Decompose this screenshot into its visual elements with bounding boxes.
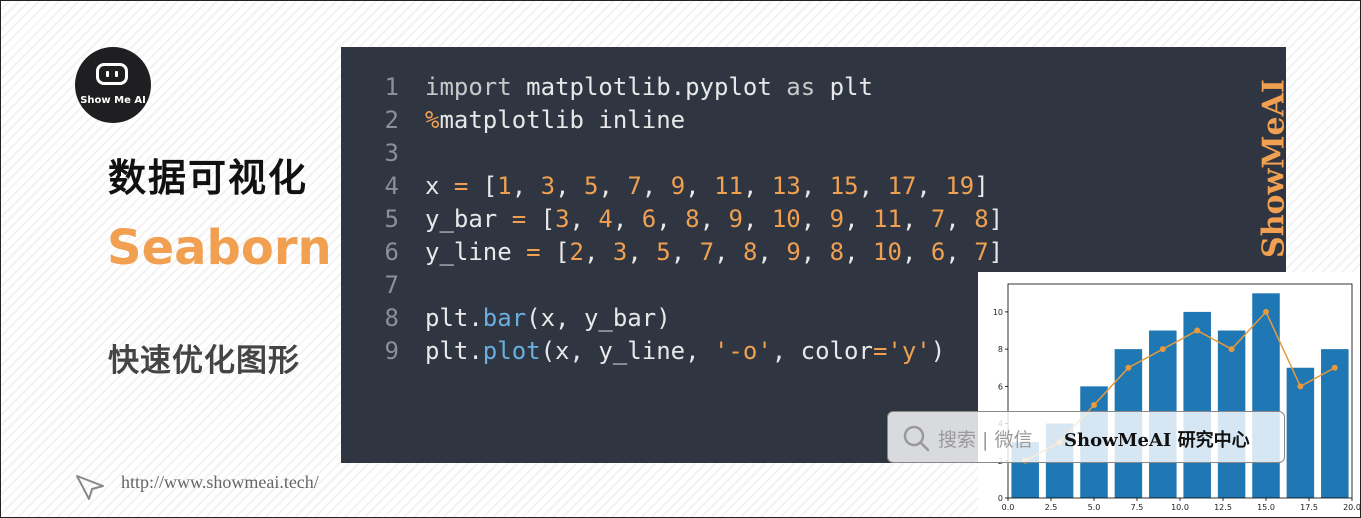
chart-point bbox=[1159, 346, 1166, 353]
x-tick-label: 15.0 bbox=[1257, 503, 1275, 512]
search-icon bbox=[903, 425, 930, 452]
chart-bar bbox=[1252, 293, 1280, 498]
chart-point bbox=[1125, 364, 1132, 371]
logo-text: Show Me AI bbox=[80, 95, 146, 106]
code-text: y_bar = [3, 4, 6, 8, 9, 10, 9, 11, 7, 8] bbox=[425, 205, 1004, 233]
chart-point bbox=[1194, 327, 1201, 334]
cursor-icon bbox=[76, 475, 104, 500]
y-tick-label: 8 bbox=[998, 345, 1003, 354]
code-text: x = [1, 3, 5, 7, 9, 11, 13, 15, 17, 19] bbox=[425, 172, 989, 200]
search-brand: ShowMeAI 研究中心 bbox=[1064, 430, 1250, 451]
line-number: 9 bbox=[384, 337, 399, 365]
line-number: 4 bbox=[384, 172, 399, 200]
showmeai-logo: Show Me AI bbox=[75, 47, 151, 123]
search-label: 搜索 | 微信 bbox=[938, 429, 1033, 451]
chart-point bbox=[1263, 308, 1269, 315]
line-number: 6 bbox=[384, 238, 399, 266]
line-number: 2 bbox=[384, 106, 399, 134]
website-link[interactable]: http://www.showmeai.tech/ bbox=[121, 472, 319, 493]
x-tick-label: 5.0 bbox=[1088, 503, 1101, 512]
code-text: %matplotlib inline bbox=[425, 106, 686, 134]
slide-subtitle: 快速优化图形 bbox=[108, 343, 300, 379]
x-tick-label: 20.0 bbox=[1343, 503, 1360, 512]
x-tick-label: 10.0 bbox=[1171, 503, 1189, 512]
line-number: 3 bbox=[384, 139, 399, 167]
output-chart: 0.02.55.07.510.012.515.017.520.00246810 bbox=[978, 272, 1360, 517]
robot-screen-icon bbox=[96, 63, 128, 85]
x-tick-label: 17.5 bbox=[1300, 503, 1318, 512]
wechat-search-bar[interactable]: 搜索 | 微信 ShowMeAI 研究中心 bbox=[887, 411, 1285, 463]
x-tick-label: 0.0 bbox=[1002, 503, 1015, 512]
chart-point bbox=[1297, 383, 1304, 390]
code-text: y_line = [2, 3, 5, 7, 8, 9, 8, 10, 6, 7] bbox=[425, 238, 1004, 266]
chart-point bbox=[1331, 364, 1338, 371]
slide-topic: Seaborn bbox=[107, 220, 332, 276]
chart-point bbox=[1228, 346, 1235, 353]
slide-title: 数据可视化 bbox=[108, 156, 309, 200]
x-tick-label: 7.5 bbox=[1131, 503, 1144, 512]
line-number: 8 bbox=[384, 304, 399, 332]
watermark-text: ShowMeAI bbox=[1256, 79, 1287, 258]
chart-bar bbox=[1321, 349, 1349, 498]
x-tick-label: 2.5 bbox=[1045, 503, 1058, 512]
slide-frame: Show Me AI 数据可视化 Seaborn 快速优化图形 http://w… bbox=[0, 0, 1361, 518]
x-tick-label: 12.5 bbox=[1214, 503, 1232, 512]
chart-bar bbox=[1183, 311, 1211, 498]
line-number: 1 bbox=[384, 73, 399, 101]
watermark: ShowMeAI bbox=[1256, 47, 1287, 287]
y-tick-label: 0 bbox=[998, 494, 1003, 503]
y-tick-label: 10 bbox=[993, 308, 1003, 317]
line-number: 5 bbox=[384, 205, 399, 233]
code-text: plt.bar(x, y_bar) bbox=[425, 304, 671, 332]
line-number: 7 bbox=[384, 271, 399, 299]
chart-point bbox=[1091, 401, 1097, 408]
code-text: import matplotlib.pyplot as plt bbox=[425, 73, 873, 101]
chart-plot-area: 0.02.55.07.510.012.515.017.520.00246810 bbox=[993, 283, 1360, 512]
y-tick-label: 6 bbox=[998, 382, 1003, 391]
code-text: plt.plot(x, y_line, '-o', color='y') bbox=[425, 337, 946, 365]
